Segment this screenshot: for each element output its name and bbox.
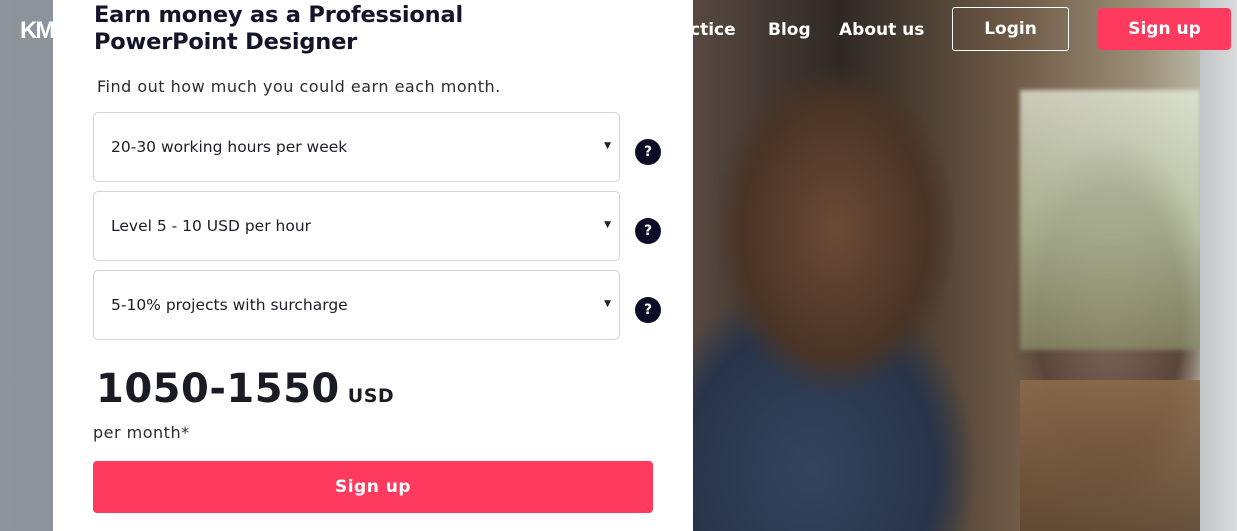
level-rate-select[interactable]: Level 5 - 10 USD per hour ▼: [93, 191, 620, 261]
hero-window-area: [1020, 90, 1200, 350]
caret-down-icon: ▼: [604, 220, 611, 230]
earnings-period: per month*: [93, 423, 190, 442]
calculator-signup-button[interactable]: Sign up: [93, 461, 653, 513]
login-button[interactable]: Login: [952, 7, 1069, 51]
site-logo[interactable]: KM: [20, 18, 56, 44]
caret-down-icon: ▼: [604, 299, 611, 309]
surcharge-select[interactable]: 5-10% projects with surcharge ▼: [93, 270, 620, 340]
earnings-amount: 1050-1550 USD: [96, 366, 394, 412]
earnings-currency: USD: [347, 385, 395, 407]
earnings-calculator-card: Earn money as a Professional PowerPoint …: [53, 0, 693, 531]
working-hours-select[interactable]: 20-30 working hours per week ▼: [93, 112, 620, 182]
question-mark-icon[interactable]: ?: [635, 218, 661, 244]
earnings-range: 1050-1550: [96, 366, 340, 412]
nav-signup-button[interactable]: Sign up: [1098, 8, 1231, 50]
calculator-subtitle: Find out how much you could earn each mo…: [97, 77, 501, 96]
working-hours-value: 20-30 working hours per week: [111, 138, 348, 156]
nav-link-about-us[interactable]: About us: [839, 20, 924, 40]
question-mark-icon[interactable]: ?: [635, 297, 661, 323]
nav-link-blog[interactable]: Blog: [768, 20, 811, 40]
nav-link-practice[interactable]: ctice: [690, 20, 736, 40]
level-rate-value: Level 5 - 10 USD per hour: [111, 217, 312, 235]
question-mark-icon[interactable]: ?: [635, 139, 661, 165]
caret-down-icon: ▼: [604, 141, 611, 151]
surcharge-value: 5-10% projects with surcharge: [111, 296, 348, 314]
hero-right-edge: [1200, 0, 1237, 531]
calculator-title: Earn money as a Professional PowerPoint …: [94, 2, 463, 55]
